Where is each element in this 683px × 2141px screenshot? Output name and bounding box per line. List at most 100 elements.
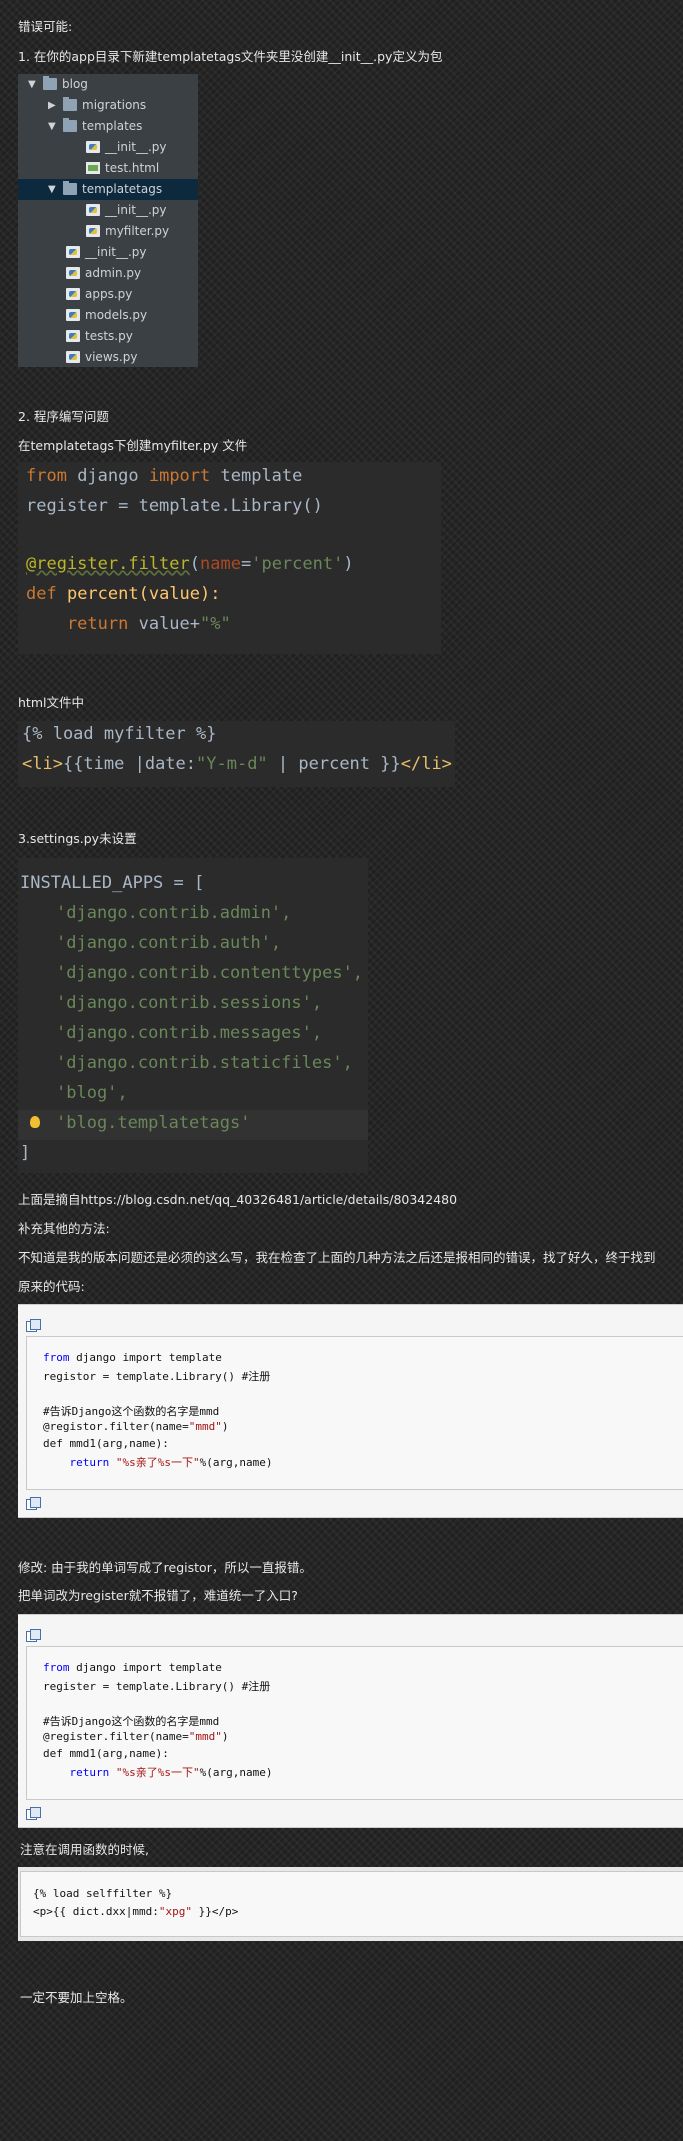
supplement-para: 不知道是我的版本问题还是必须的这么写，我在检查了上面的几种方法之后还是报相同的错… xyxy=(18,1250,656,1265)
code-panel: from django import template registor = t… xyxy=(26,1336,683,1490)
tree-item[interactable]: ▼ templates xyxy=(18,116,198,137)
code-string: 'percent' xyxy=(251,554,344,574)
code-text: @registor.filter(name= xyxy=(43,1420,189,1433)
code-keyword: from xyxy=(43,1661,70,1674)
tree-item-label: __init__.py xyxy=(105,140,167,154)
code-text: %(arg,name) xyxy=(199,1766,273,1779)
html-section-title: html文件中 xyxy=(18,695,84,710)
tree-item-label: __init__.py xyxy=(85,245,147,259)
code-string: 'blog.templatetags' xyxy=(56,1113,251,1133)
tree-item[interactable]: views.py xyxy=(18,347,198,368)
expand-arrow-icon[interactable]: ▼ xyxy=(28,74,36,95)
copy-code-icon[interactable] xyxy=(26,1629,41,1642)
supplement-title: 补充其他的方法: xyxy=(18,1221,110,1236)
original-code-label: 原来的代码: xyxy=(18,1279,85,1294)
code-keyword: from xyxy=(43,1351,70,1364)
folder-icon xyxy=(43,76,57,90)
tree-item[interactable]: __init__.py xyxy=(18,242,198,263)
code-line: def mmd1(arg,name): xyxy=(43,1747,169,1760)
tree-item[interactable]: test.html xyxy=(18,158,198,179)
code-string: 'blog', xyxy=(56,1083,128,1103)
folder-icon xyxy=(63,118,77,132)
code-string: "%s亲了%s一下" xyxy=(109,1456,200,1469)
section2-title: 2. 程序编写问题 xyxy=(18,409,109,424)
code-line: register = template.Library() #注册 xyxy=(43,1680,271,1693)
code-line: {% load myfilter %} xyxy=(22,724,217,744)
tree-item-label: templatetags xyxy=(82,182,163,196)
code-line: def mmd1(arg,name): xyxy=(43,1437,169,1450)
code-decorator: @register.filter xyxy=(26,554,190,574)
tree-item[interactable]: ▼ blog xyxy=(18,74,198,95)
code-keyword: def xyxy=(26,584,57,604)
tree-item-label: tests.py xyxy=(85,329,133,343)
tree-item[interactable]: tests.py xyxy=(18,326,198,347)
lightbulb-icon[interactable] xyxy=(30,1116,40,1128)
myfilter-code-block: from django import template register = t… xyxy=(18,462,441,654)
code-tag: <li> xyxy=(22,754,63,774)
expand-arrow-icon[interactable]: ▼ xyxy=(48,179,56,200)
step1-text: 1. 在你的app目录下新建templatetags文件夹里没创建__init_… xyxy=(18,49,443,64)
code-keyword: import xyxy=(148,466,211,486)
code-panel: from django import template register = t… xyxy=(26,1646,683,1800)
code-string: 'django.contrib.messages', xyxy=(56,1023,323,1043)
tree-item[interactable]: __init__.py xyxy=(18,200,198,221)
expand-arrow-icon[interactable]: ▼ xyxy=(48,116,56,137)
code-string: "xpg" xyxy=(158,1905,192,1918)
tree-item[interactable]: ▶ migrations xyxy=(18,95,198,116)
code-line: ] xyxy=(20,1143,31,1163)
tree-item-label: templates xyxy=(82,119,143,133)
code-line: registor = template.Library() #注册 xyxy=(43,1370,271,1383)
code-tag: </li> xyxy=(400,754,452,774)
code-text: <p>{{ dict.dxx|mmd: xyxy=(33,1905,159,1918)
copy-code-icon[interactable] xyxy=(26,1319,41,1332)
python-file-icon xyxy=(66,288,80,300)
python-file-icon xyxy=(66,309,80,321)
tree-item[interactable]: admin.py xyxy=(18,263,198,284)
installed-app-line: 'django.contrib.staticfiles', xyxy=(56,1053,353,1073)
code-text: | percent }} xyxy=(267,754,401,774)
code-text: value+ xyxy=(128,614,201,634)
tree-item-label: __init__.py xyxy=(105,203,167,217)
python-file-icon xyxy=(86,141,100,153)
code-string: "%" xyxy=(200,614,231,634)
tree-item-label: models.py xyxy=(85,308,148,322)
python-file-icon xyxy=(86,204,100,216)
code-keyword: return xyxy=(43,1766,110,1779)
final-text: 一定不要加上空格。 xyxy=(20,1990,133,2005)
installed-app-line: 'django.contrib.admin', xyxy=(56,903,291,923)
html-file-icon xyxy=(86,162,100,174)
code-string: 'django.contrib.admin', xyxy=(56,903,292,923)
code-text: %(arg,name) xyxy=(199,1456,273,1469)
copy-code-icon[interactable] xyxy=(26,1807,41,1820)
code-string: "%s亲了%s一下" xyxy=(109,1766,200,1779)
intro-title: 错误可能: xyxy=(18,19,73,34)
settings-code-block: INSTALLED_APPS = [ 'django.contrib.admin… xyxy=(18,858,368,1173)
tree-item[interactable]: apps.py xyxy=(18,284,198,305)
copy-code-icon[interactable] xyxy=(26,1497,41,1510)
code-text: ) xyxy=(221,1420,229,1433)
tree-item-label: apps.py xyxy=(85,287,133,301)
code-string: 'django.contrib.auth', xyxy=(56,933,282,953)
code-comment: #告诉Django这个函数的名字是mmd xyxy=(43,1715,220,1728)
template-code-block: {% load selffilter %} <p>{{ dict.dxx|mmd… xyxy=(18,1867,683,1941)
source-line: 上面是摘自https://blog.csdn.net/qq_40326481/a… xyxy=(18,1192,458,1207)
code-string: "mmd" xyxy=(188,1730,222,1743)
fix-line-2: 把单词改为register就不报错了，难道统一了入口? xyxy=(18,1588,298,1603)
python-file-icon xyxy=(66,330,80,342)
tree-item[interactable]: myfilter.py xyxy=(18,221,198,242)
code-string: 'django.contrib.sessions', xyxy=(56,993,323,1013)
tree-item-label: blog xyxy=(62,77,88,91)
tree-item[interactable]: models.py xyxy=(18,305,198,326)
code-keyword: return xyxy=(43,1456,110,1469)
python-file-icon xyxy=(66,267,80,279)
html-code-block: {% load myfilter %} <li>{{time |date:"Y-… xyxy=(18,721,455,787)
code-string: "mmd" xyxy=(188,1420,222,1433)
tree-item[interactable]: __init__.py xyxy=(18,137,198,158)
original-code-block: from django import template registor = t… xyxy=(18,1304,683,1518)
note-text: 注意在调用函数的时候, xyxy=(20,1842,149,1857)
code-text: ) xyxy=(221,1730,229,1743)
code-text: django import template xyxy=(69,1351,222,1364)
installed-app-line: 'blog.templatetags' xyxy=(56,1113,250,1133)
collapse-arrow-icon[interactable]: ▶ xyxy=(48,95,56,116)
tree-item[interactable]: ▼ templatetags xyxy=(18,179,198,200)
